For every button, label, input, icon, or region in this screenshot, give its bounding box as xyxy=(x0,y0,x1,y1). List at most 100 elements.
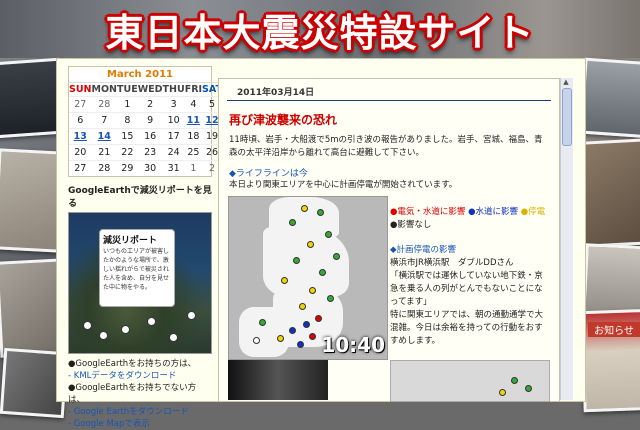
article-date: 2011年03月14日 xyxy=(227,79,551,101)
google-earth-nonowner-note: ●GoogleEarthをお持ちでない方は、 xyxy=(68,383,197,405)
map-marker-green xyxy=(293,257,300,264)
google-map-link[interactable]: - Google Mapで表示 xyxy=(68,418,212,430)
calendar-day: 17 xyxy=(162,128,185,145)
calendar-day: 18 xyxy=(184,128,203,145)
map-marker-green xyxy=(319,269,326,276)
calendar-day: 29 xyxy=(117,160,138,176)
site-title-banner: 東日本大震災特設サイト xyxy=(105,11,535,55)
map-pin-icon xyxy=(121,325,130,334)
calendar-day: 7 xyxy=(91,112,117,129)
calendar-day: 22 xyxy=(117,144,138,161)
map-marker-green xyxy=(259,319,266,326)
map-time-overlay: 10:40 xyxy=(321,333,385,357)
calendar-day: 3 xyxy=(162,96,185,113)
legend-electric-water: ●電気・水道に影響 xyxy=(390,207,466,217)
store-sign-text: お知らせ xyxy=(588,322,640,337)
weekday-header: WED xyxy=(137,82,163,97)
calendar-day: 6 xyxy=(69,112,92,129)
calendar-day: 24 xyxy=(162,144,185,161)
photo-collapsed-house xyxy=(0,148,65,253)
calendar-day: 4 xyxy=(184,96,203,113)
map-land xyxy=(239,307,289,357)
legend-water: ●水道に影響 xyxy=(468,207,519,217)
legend-outage: ●停電 xyxy=(520,207,546,217)
calendar-day: 21 xyxy=(91,144,117,161)
map-marker-green xyxy=(327,295,334,302)
photo-rubble-room xyxy=(577,138,640,248)
map-marker-green xyxy=(511,377,518,384)
tohoku-impact-map[interactable]: 10:40 xyxy=(228,196,388,360)
photo-wrecked-town xyxy=(579,57,640,139)
weekday-header: MON xyxy=(91,82,117,97)
lifeline-text: 本日より関東エリアを中心に計画停電が開始されています。 xyxy=(229,180,458,190)
lifeline-section-title[interactable]: ◆ライフラインは今 xyxy=(229,166,549,179)
calendar-day: 23 xyxy=(137,144,163,161)
google-earth-card-text: いつもの工リアが被害したかのような場所で、激しい揺れがらで被災された人を含め、自… xyxy=(103,248,170,291)
calendar-day: 15 xyxy=(117,128,138,145)
map-marker-yellow xyxy=(281,277,288,284)
map-marker-yellow xyxy=(301,205,308,212)
calendar-grid: SUN MON TUE WED THU FRI SAT 27 28 1 2 3 … xyxy=(69,82,222,176)
map-marker-blue xyxy=(289,327,296,334)
calendar-day: 27 xyxy=(69,96,92,113)
google-earth-card-title: 減災リポート xyxy=(103,236,158,246)
calendar-day: 20 xyxy=(69,144,92,161)
weekday-header: FRI xyxy=(184,82,203,97)
google-earth-owner-note: ●GoogleEarthをお持ちの方は、 xyxy=(68,359,197,369)
weekday-header: TUE xyxy=(117,82,138,97)
google-earth-download-link[interactable]: - Google Earthをダウンロード xyxy=(68,406,212,418)
scrollbar-thumb[interactable] xyxy=(562,88,572,146)
map-marker-green xyxy=(333,253,340,260)
legend-no-impact: ●影響なし xyxy=(390,220,432,230)
map-pin-icon xyxy=(147,317,156,326)
map-marker-green xyxy=(289,219,296,226)
outage-advice: 特に関東エリアでは、朝の通勤通学で大混雑。今日は余裕を持っての行動をおすすめしま… xyxy=(390,310,544,346)
calendar-day: 25 xyxy=(184,144,203,161)
calendar-day: 1 xyxy=(117,96,138,113)
calendar-day-link[interactable]: 14 xyxy=(91,128,117,145)
calendar-day: 30 xyxy=(137,160,163,176)
article-body: 11時頃、岩手・大船渡で5mの引き波の報告がありました。岩手、宮城、福島、青森の… xyxy=(229,135,543,158)
map-legend: ●電気・水道に影響 ●水道に影響 ●停電 ●影響なし xyxy=(390,206,550,232)
map-marker-yellow xyxy=(499,389,506,396)
map-pin-icon xyxy=(83,321,92,330)
article-headline: 再び津波襲来の恐れ xyxy=(229,113,338,127)
calendar-day-link[interactable]: 13 xyxy=(69,128,92,145)
calendar-day: 31 xyxy=(162,160,185,176)
kml-download-link[interactable]: - KMLデータをダウンロード xyxy=(68,370,212,382)
map-marker-red xyxy=(309,333,316,340)
google-earth-preview[interactable]: 減災リポート いつもの工リアが被害したかのような場所で、激しい揺れがらで被災され… xyxy=(68,212,212,354)
map-pin-icon xyxy=(99,331,108,340)
calendar-day: 1 xyxy=(184,160,203,176)
weekday-header: SUN xyxy=(69,82,92,97)
map-marker-blue xyxy=(297,341,304,348)
calendar-day-link[interactable]: 11 xyxy=(184,112,203,129)
sidebar: March 2011 SUN MON TUE WED THU FRI SAT 2… xyxy=(68,66,222,429)
map-marker-yellow xyxy=(277,335,284,342)
google-earth-info-card: 減災リポート いつもの工リアが被害したかのような場所で、激しい揺れがらで被災され… xyxy=(99,229,175,307)
map-pin-icon xyxy=(187,311,196,320)
map-marker-yellow xyxy=(309,287,316,294)
map-marker-green xyxy=(525,385,532,392)
outage-quote: 「横浜駅では運休していない地下鉄・京急を乗る人の列がとんでもないことになってます… xyxy=(390,271,543,307)
calendar-day: 28 xyxy=(91,160,117,176)
calendar: March 2011 SUN MON TUE WED THU FRI SAT 2… xyxy=(68,66,222,177)
news-photo-thumbnail[interactable] xyxy=(228,360,328,400)
scroll-up-arrow-icon[interactable]: ▲ xyxy=(560,78,572,88)
calendar-day: 2 xyxy=(137,96,163,113)
weekday-header: THU xyxy=(162,82,185,97)
calendar-title: March 2011 xyxy=(107,69,173,80)
outage-reporter: 横浜市JR横浜駅 ダブルDDさん xyxy=(390,258,514,268)
google-earth-heading: GoogleEarthで減災リポートを見る xyxy=(68,186,212,209)
outage-section-title[interactable]: ◆計画停電の影響 xyxy=(390,244,550,257)
calendar-day: 9 xyxy=(137,112,163,129)
map-marker-gray xyxy=(253,337,260,344)
calendar-day: 28 xyxy=(91,96,117,113)
map-marker-green xyxy=(325,231,332,238)
map-marker-yellow xyxy=(299,303,306,310)
map-marker-green xyxy=(317,209,324,216)
google-earth-links: ●GoogleEarthをお持ちの方は、 - KMLデータをダウンロード ●Go… xyxy=(68,358,212,430)
kanto-map-thumbnail[interactable] xyxy=(390,360,550,402)
calendar-day: 27 xyxy=(69,160,92,176)
map-marker-blue xyxy=(303,321,310,328)
